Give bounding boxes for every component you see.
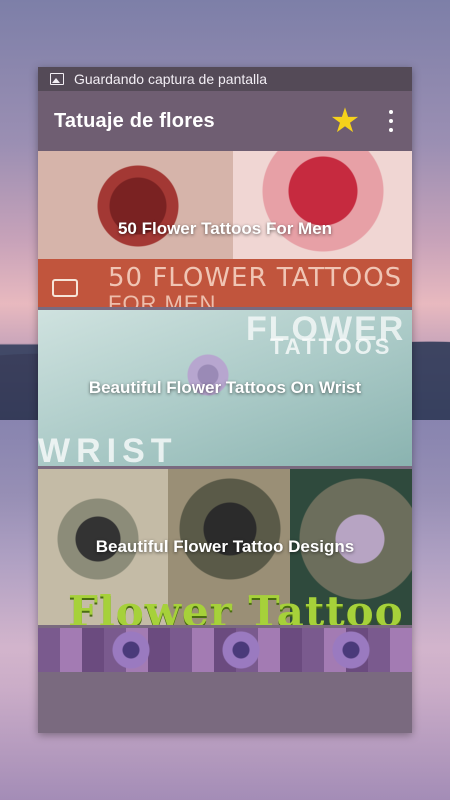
tattoo-image — [108, 630, 154, 670]
list-item-title: Beautiful Flower Tattoos On Wrist — [88, 378, 362, 397]
tattoo-image — [218, 630, 264, 670]
list-empty-area — [38, 674, 412, 733]
list-item[interactable]: Flower Tattoo Beautiful Flower Tattoo De… — [38, 469, 412, 625]
tattoo-image — [328, 630, 374, 670]
list-item-title: Beautiful Flower Tattoo Designs — [95, 537, 355, 556]
list-item[interactable]: FLOWER TATTOOS WRIST Beautiful Flower Ta… — [38, 310, 412, 466]
article-list: 50 FLOWER TATTOOS FOR MEN 50 Flower Tatt… — [38, 151, 412, 672]
notification-bar: Guardando captura de pantalla — [38, 67, 412, 91]
more-vertical-icon[interactable] — [388, 110, 394, 132]
list-item-partial[interactable] — [38, 628, 412, 672]
star-icon[interactable]: ★ — [328, 104, 362, 138]
app-toolbar: Tatuaje de flores ★ — [38, 91, 412, 151]
list-item-title: 50 Flower Tattoos For Men — [117, 219, 333, 238]
page-title: Tatuaje de flores — [54, 109, 215, 132]
list-item[interactable]: 50 FLOWER TATTOOS FOR MEN 50 Flower Tatt… — [38, 151, 412, 307]
app-window: Guardando captura de pantalla Tatuaje de… — [38, 67, 412, 733]
notification-text: Guardando captura de pantalla — [74, 71, 268, 87]
image-icon — [50, 73, 64, 85]
